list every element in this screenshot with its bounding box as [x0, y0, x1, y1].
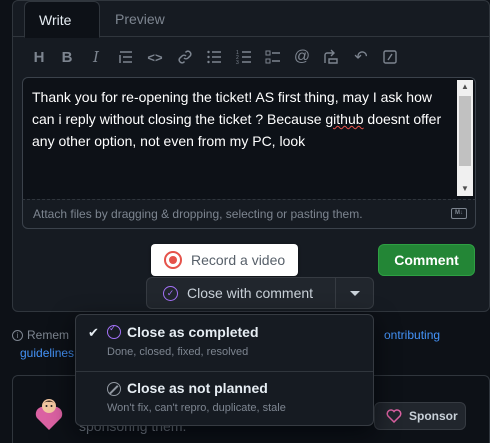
- close-options-dropdown-button[interactable]: [336, 277, 374, 309]
- skip-icon: [107, 382, 121, 396]
- menu-item-title: Close as completed: [127, 324, 259, 340]
- menu-item-description: Won't fix, can't repro, duplicate, stale: [107, 402, 286, 414]
- cross-reference-icon[interactable]: [319, 45, 343, 69]
- textarea-scrollbar[interactable]: ▲ ▼: [457, 80, 473, 196]
- slash-commands-icon[interactable]: [378, 45, 402, 69]
- tab-preview[interactable]: Preview: [101, 1, 179, 37]
- link-icon[interactable]: [173, 45, 197, 69]
- close-with-comment-label: Close with comment: [187, 285, 314, 301]
- record-icon: [164, 251, 182, 269]
- attach-files-bar[interactable]: Attach files by dragging & dropping, sel…: [22, 199, 476, 229]
- italic-icon[interactable]: I: [84, 45, 108, 69]
- ordered-list-icon[interactable]: 123: [232, 45, 256, 69]
- menu-item-close-not-planned[interactable]: Close as not planned Won't fix, can't re…: [76, 372, 373, 425]
- sponsor-button-label: Sponsor: [409, 409, 458, 423]
- contributing-link-part1[interactable]: ontributing: [384, 326, 440, 344]
- unordered-list-icon[interactable]: [202, 45, 226, 69]
- heart-icon: [386, 409, 402, 423]
- scroll-down-arrow-icon[interactable]: ▼: [457, 182, 473, 196]
- menu-item-description: Done, closed, fixed, resolved: [107, 346, 249, 358]
- comment-textarea[interactable]: Thank you for re-opening the ticket! AS …: [22, 77, 476, 199]
- issue-closed-icon: [107, 323, 121, 339]
- sponsor-button[interactable]: Sponsor: [374, 402, 466, 430]
- editor-tabbar: Write Preview: [13, 1, 489, 38]
- contributing-link-part2[interactable]: guidelines: [20, 344, 74, 362]
- sponsor-mascot-icon: [33, 396, 65, 432]
- selected-check-icon: ✔: [88, 325, 99, 340]
- mention-icon[interactable]: @: [290, 45, 314, 69]
- close-with-comment-button[interactable]: ✓ Close with comment: [146, 277, 336, 309]
- menu-item-title: Close as not planned: [127, 380, 268, 396]
- svg-text:3: 3: [236, 60, 239, 65]
- comment-button[interactable]: Comment: [378, 244, 475, 276]
- heading-icon[interactable]: H: [27, 45, 51, 69]
- menu-item-close-completed[interactable]: ✔ Close as completed Done, closed, fixed…: [76, 315, 373, 371]
- formatting-toolbar: H B I <> 123 @ ↶: [27, 45, 467, 69]
- bold-icon[interactable]: B: [55, 45, 79, 69]
- record-video-button[interactable]: Record a video: [151, 244, 298, 276]
- close-options-menu: ✔ Close as completed Done, closed, fixed…: [75, 314, 374, 426]
- scroll-up-arrow-icon[interactable]: ▲: [457, 80, 473, 94]
- undo-icon[interactable]: ↶: [349, 45, 373, 69]
- tab-write[interactable]: Write: [24, 1, 100, 38]
- info-icon: i: [12, 330, 23, 342]
- code-icon[interactable]: <>: [143, 45, 167, 69]
- markdown-icon[interactable]: M↓: [451, 208, 467, 219]
- quote-icon[interactable]: [114, 45, 138, 69]
- comment-text-misspelled: github: [325, 111, 364, 127]
- record-video-label: Record a video: [191, 252, 286, 268]
- issue-closed-icon: ✓: [163, 286, 178, 301]
- scroll-thumb[interactable]: [459, 96, 471, 166]
- reminder-prefix: Remem: [27, 328, 70, 342]
- task-list-icon[interactable]: [261, 45, 285, 69]
- attach-files-hint: Attach files by dragging & dropping, sel…: [33, 207, 363, 221]
